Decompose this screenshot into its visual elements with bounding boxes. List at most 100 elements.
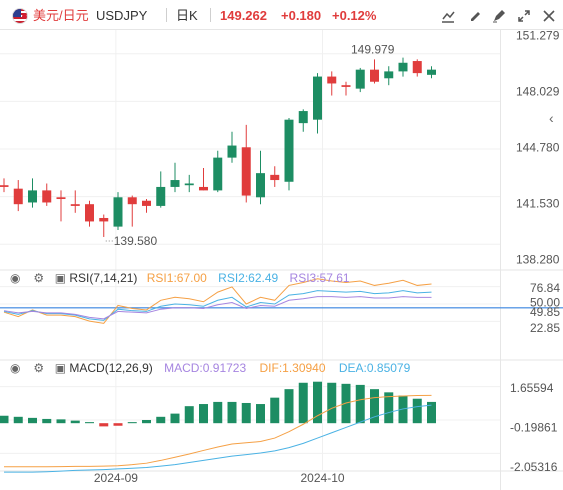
chart-type-icon[interactable]: ▣	[55, 271, 66, 285]
macd-histogram-bar	[0, 415, 9, 424]
currency-pair-name[interactable]: 美元/日元	[33, 8, 89, 23]
macd-histogram-bar	[270, 397, 280, 424]
interval-selector[interactable]: 日K	[176, 8, 198, 23]
macd-histogram-bar	[199, 404, 208, 424]
candle-body	[398, 62, 408, 72]
price-axis: 151.279 148.029 144.780 141.530 138.280 2024-…	[94, 30, 560, 485]
candle-body	[227, 145, 237, 158]
macd-histogram-bar	[56, 419, 66, 424]
max-price-label: 149.979	[351, 43, 395, 57]
candle-body	[213, 157, 223, 191]
price-tick-label: 151.279	[516, 30, 560, 43]
candle-body	[327, 76, 337, 84]
last-price: 149.262	[220, 8, 267, 23]
candle-body	[42, 190, 52, 203]
macd-histogram-bar	[298, 382, 308, 424]
time-axis-label: 2024-09	[94, 471, 138, 485]
macd-histogram-bar	[85, 422, 94, 424]
settings-icon[interactable]: ⚙	[33, 271, 47, 285]
macd-histogram-bar	[227, 401, 237, 424]
macd-histogram-bar	[113, 423, 123, 426]
candle-body	[313, 76, 322, 120]
macd-histogram-bar	[327, 382, 337, 424]
rsi-title: RSI(7,14,21)	[69, 271, 138, 285]
rsi1-line	[3, 278, 432, 324]
macd-histogram-bar	[213, 401, 223, 424]
price-tick-label: 144.780	[516, 141, 560, 155]
candle-body	[427, 69, 436, 75]
candle-body	[85, 204, 94, 222]
candle-body	[412, 61, 422, 74]
candle-body	[270, 174, 280, 181]
candle-body	[370, 69, 379, 82]
macd-histogram-bar	[184, 406, 194, 424]
macd-histogram-bar	[313, 381, 322, 424]
candle-body	[13, 188, 23, 205]
min-price-label: 139.580	[114, 234, 158, 248]
macd-histogram-bar	[412, 398, 422, 424]
price-tick-label: 141.530	[516, 197, 560, 211]
eye-icon[interactable]: ◉	[10, 361, 24, 375]
candle-body	[184, 183, 194, 186]
macd-histogram-bar	[170, 413, 180, 424]
price-tick-label: 138.280	[516, 253, 560, 267]
kline-chart[interactable]: 76.8450.0049.8522.85 1.65594-0.19861-2.0…	[0, 30, 563, 490]
macd-histogram-bar	[42, 418, 52, 424]
trend-line-icon[interactable]	[437, 6, 459, 26]
macd-histogram-bar	[241, 402, 251, 424]
macd-tick-label: -2.05316	[510, 460, 558, 474]
rsi3-value: RSI3:57.61	[289, 271, 350, 285]
candle-body	[70, 204, 80, 206]
price-tick-label: 148.029	[516, 85, 560, 99]
rsi1-value: RSI1:67.00	[146, 271, 207, 285]
candle-body	[127, 197, 137, 205]
candle-body	[99, 217, 109, 222]
settings-icon[interactable]: ⚙	[33, 361, 47, 375]
price-change-pct: +0.12%	[332, 8, 377, 23]
rsi-settings-row: ◉ ⚙ ▣ RSI(7,14,21) RSI1:67.00 RSI2:62.49…	[10, 271, 350, 285]
grid-lines	[0, 30, 563, 490]
macd-histogram-bar	[355, 384, 365, 424]
candle-body	[0, 185, 9, 187]
candle-body	[384, 71, 394, 79]
candle-body	[113, 197, 123, 227]
macd-settings-row: ◉ ⚙ ▣ MACD(12,26,9) MACD:0.91723 DIF:1.3…	[10, 361, 410, 375]
candle-body	[56, 197, 66, 200]
candle-body	[142, 200, 151, 206]
flag-icon	[12, 8, 28, 24]
eye-icon[interactable]: ◉	[10, 271, 24, 285]
macd-histogram-bar	[127, 422, 137, 424]
price-change: +0.180	[281, 8, 322, 23]
macd-histogram-bar	[28, 417, 37, 424]
macd-histogram-bar	[256, 404, 265, 424]
candle-body	[28, 190, 37, 203]
candle-body	[199, 186, 208, 191]
rsi-tick-label: 49.85	[530, 305, 560, 319]
symbol-code[interactable]: USDJPY	[96, 8, 147, 23]
macd-title: MACD(12,26,9)	[69, 361, 153, 375]
candle-body	[298, 111, 308, 124]
time-axis-label: 2024-10	[301, 471, 345, 485]
macd-histogram-bar	[70, 420, 80, 424]
macd-panel: 1.65594 -0.19861 -2.05316	[0, 381, 558, 474]
macd-histogram-bar	[284, 389, 294, 424]
dif-value: DIF:1.30940	[259, 361, 326, 375]
candle-body	[256, 173, 265, 198]
chart-type-icon[interactable]: ▣	[55, 361, 66, 375]
dea-value: DEA:0.85079	[338, 361, 411, 375]
macd-tick-label: -0.19861	[510, 420, 558, 434]
close-icon[interactable]	[538, 6, 560, 26]
pen-tool-icon[interactable]	[488, 6, 510, 26]
candle-body	[170, 180, 180, 187]
draw-tool-icon[interactable]	[464, 6, 486, 26]
candle-body	[156, 186, 166, 206]
collapse-arrow-icon[interactable]: ‹	[549, 110, 561, 130]
candle-body	[241, 147, 251, 196]
rsi-tick-label: 76.84	[530, 281, 560, 295]
rsi-tick-label: 22.85	[530, 321, 560, 335]
rsi2-value: RSI2:62.49	[218, 271, 279, 285]
macd-value: MACD:0.91723	[164, 361, 247, 375]
fullscreen-icon[interactable]	[513, 6, 535, 26]
chart-header: 美元/日元 USDJPY 日K 149.262 +0.180 +0.12%	[0, 0, 563, 30]
macd-histogram-bar	[156, 416, 166, 424]
